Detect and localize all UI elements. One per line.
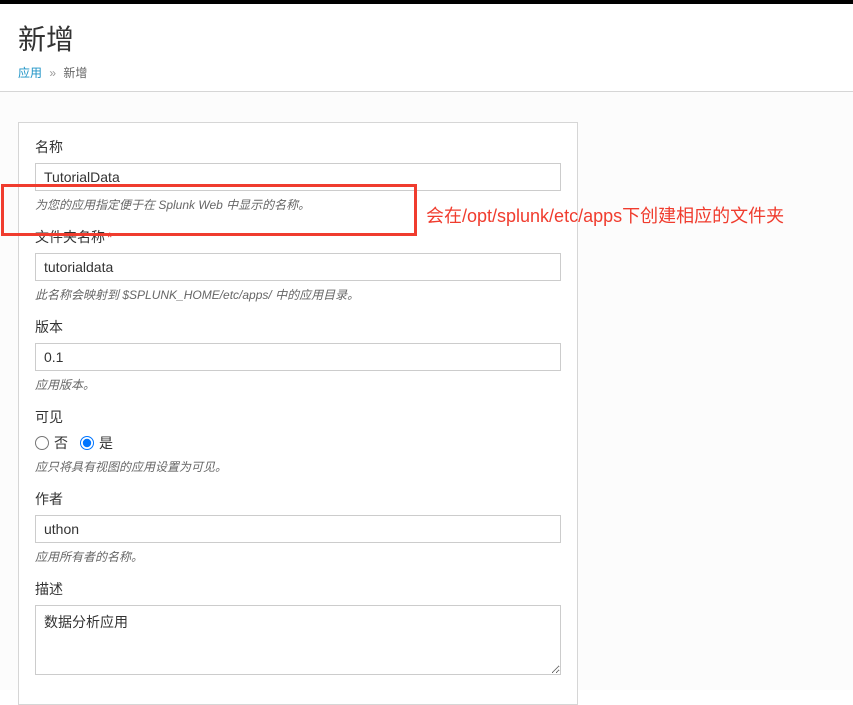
version-input[interactable] (35, 343, 561, 371)
author-help: 应用所有者的名称。 (35, 548, 561, 565)
name-input[interactable] (35, 163, 561, 191)
author-input[interactable] (35, 515, 561, 543)
visible-radio-no[interactable] (35, 436, 49, 450)
field-visible: 可见 否 是 应只将具有视图的应用设置为可见。 (35, 407, 561, 475)
page-title: 新增 (18, 18, 835, 58)
author-label: 作者 (35, 489, 561, 509)
annotation-text: 会在/opt/splunk/etc/apps下创建相应的文件夹 (426, 202, 816, 231)
header-region: 新增 应用 » 新增 (0, 4, 853, 92)
required-asterisk: * (107, 229, 112, 245)
description-label: 描述 (35, 579, 561, 599)
visible-help: 应只将具有视图的应用设置为可见。 (35, 458, 561, 475)
visible-option-yes[interactable]: 是 (80, 433, 113, 453)
folder-input[interactable] (35, 253, 561, 281)
content-area: 名称 为您的应用指定便于在 Splunk Web 中显示的名称。 文件夹名称* … (0, 92, 853, 690)
visible-yes-label: 是 (99, 433, 113, 453)
field-folder: 文件夹名称* 此名称会映射到 $SPLUNK_HOME/etc/apps/ 中的… (35, 227, 561, 303)
folder-help: 此名称会映射到 $SPLUNK_HOME/etc/apps/ 中的应用目录。 (35, 286, 561, 303)
breadcrumb: 应用 » 新增 (18, 64, 835, 81)
field-author: 作者 应用所有者的名称。 (35, 489, 561, 565)
breadcrumb-link-apps[interactable]: 应用 (18, 66, 42, 80)
visible-no-label: 否 (54, 433, 68, 453)
field-version: 版本 应用版本。 (35, 317, 561, 393)
version-label: 版本 (35, 317, 561, 337)
breadcrumb-separator: » (49, 66, 56, 80)
visible-label: 可见 (35, 407, 561, 427)
visible-radio-yes[interactable] (80, 436, 94, 450)
field-description: 描述 (35, 579, 561, 678)
description-input[interactable] (35, 605, 561, 675)
name-label: 名称 (35, 137, 561, 157)
version-help: 应用版本。 (35, 376, 561, 393)
folder-label-text: 文件夹名称 (35, 229, 105, 245)
visible-radio-group: 否 是 (35, 433, 561, 453)
breadcrumb-current: 新增 (63, 66, 87, 80)
visible-option-no[interactable]: 否 (35, 433, 68, 453)
